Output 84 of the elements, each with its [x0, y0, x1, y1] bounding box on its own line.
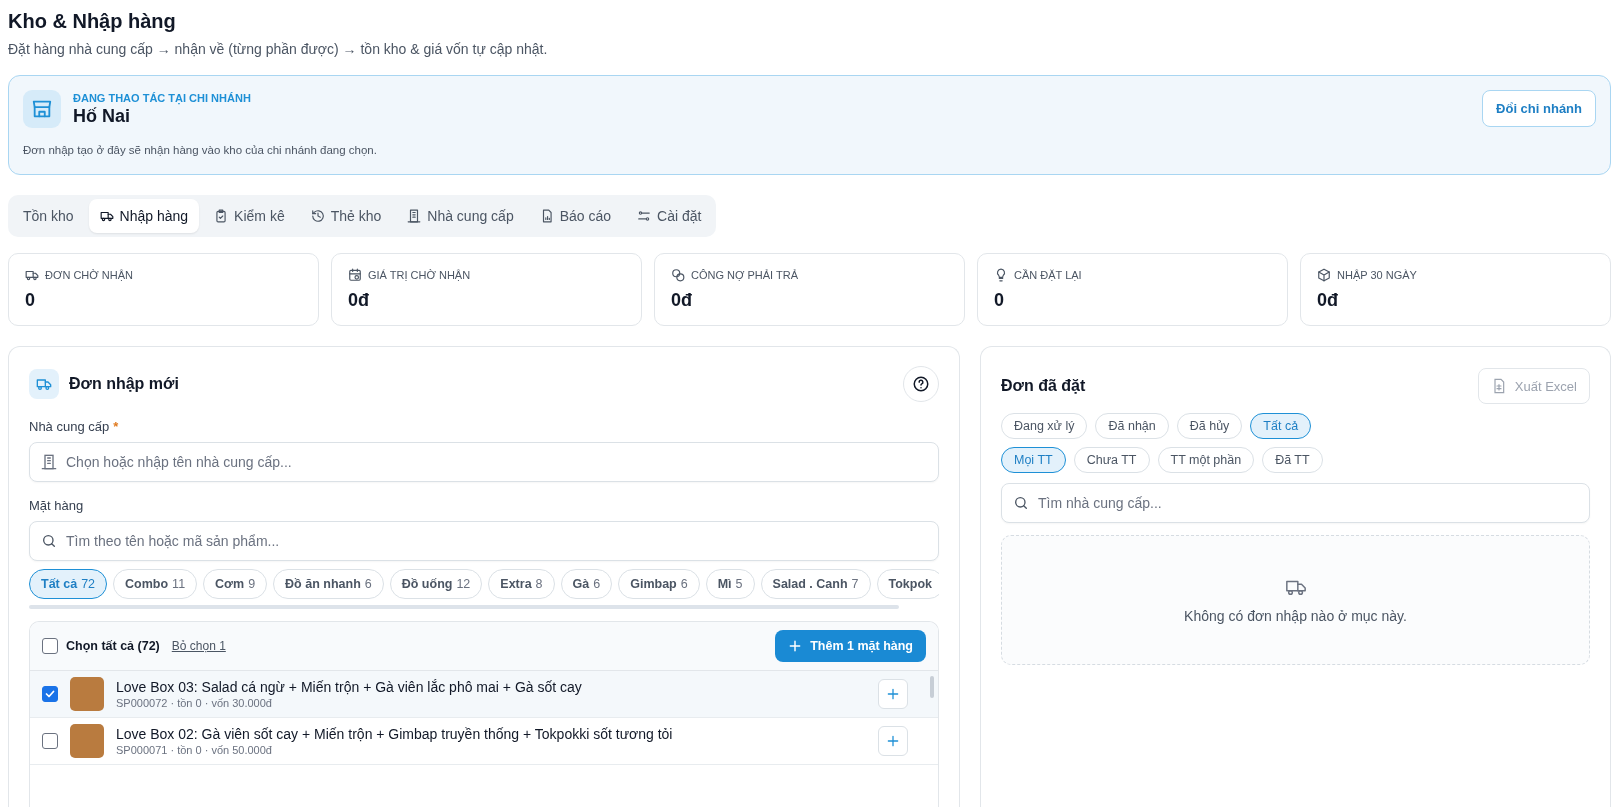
required-mark: * — [113, 419, 119, 434]
select-all-label: Chọn tất cả (72) — [66, 639, 160, 653]
category-chip[interactable]: Gimbap 6 — [618, 569, 700, 599]
add-item-button[interactable]: Thêm 1 mặt hàng — [775, 630, 926, 662]
calendar-icon — [348, 268, 362, 282]
category-chip[interactable]: Đồ ăn nhanh 6 — [273, 569, 384, 599]
check-icon — [44, 688, 56, 700]
category-chip[interactable]: Gà 6 — [560, 569, 613, 599]
truck-icon — [99, 209, 114, 223]
panel-title: Đơn đã đặt — [1001, 377, 1087, 395]
clipboard-icon — [214, 209, 229, 223]
product-search-field[interactable]: Tìm theo tên hoặc mã sản phẩm... — [29, 521, 939, 561]
product-row[interactable]: Love Box 03: Salad cá ngừ + Miến trộn + Gà viên lắc phô mai + Gà sốt cay SP000072 · tồn 0 · vốn 30.000đ — [30, 671, 938, 718]
stat-label: ĐƠN CHỜ NHẬN — [45, 269, 133, 281]
payment-filter[interactable]: Đã TT — [1262, 447, 1323, 473]
field-label: Mặt hàng — [29, 498, 84, 513]
stat-value: 0đ — [1317, 290, 1338, 311]
change-branch-button[interactable]: Đổi chi nhánh — [1482, 90, 1596, 127]
truck-icon — [25, 268, 39, 282]
category-chip[interactable]: Extra 8 — [488, 569, 555, 599]
building-icon — [407, 209, 422, 223]
add-button[interactable] — [878, 679, 908, 709]
store-icon — [23, 90, 61, 128]
truck-icon — [29, 369, 59, 399]
tab[interactable]: Báo cáo — [528, 199, 623, 233]
tab[interactable]: Cài đặt — [626, 199, 713, 233]
photo-placeholder — [70, 677, 104, 711]
supplier-search-field[interactable]: Tìm nhà cung cấp... — [1001, 483, 1590, 523]
branch-label: ĐANG THAO TÁC TẠI CHI NHÁNH — [73, 92, 251, 104]
status-filter[interactable]: Đã hủy — [1176, 413, 1243, 439]
status-filter[interactable]: Đã nhận — [1095, 413, 1169, 439]
field-label: Nhà cung cấp — [29, 419, 110, 434]
history-icon — [310, 209, 325, 223]
stat-value: 0 — [994, 290, 1004, 311]
checkbox[interactable] — [42, 638, 58, 654]
stat-label: GIÁ TRỊ CHỜ NHẬN — [368, 269, 471, 281]
page-title: Kho & Nhập hàng — [8, 10, 176, 33]
branch-name: Hố Nai — [73, 106, 130, 127]
status-filter[interactable]: Đang xử lý — [1001, 413, 1088, 439]
product-meta: SP000072 · tồn 0 · vốn 30.000đ — [116, 697, 272, 709]
stat-label: NHẬP 30 NGÀY — [1337, 269, 1417, 281]
coins-icon — [671, 268, 685, 282]
product-row[interactable]: Love Box 02: Gà viên sốt cay + Miến trộn + Gimbap truyền thống + Tokpokki sốt tương tỏi SP000071 · tồn 0 · vốn 50.000đ — [30, 718, 938, 765]
tab[interactable]: Thẻ kho — [299, 199, 393, 233]
tab[interactable]: Nhà cung cấp — [396, 199, 525, 233]
help-icon[interactable] — [903, 366, 939, 402]
stat-value: 0 — [25, 290, 35, 311]
panel-title: Đơn nhập mới — [69, 375, 180, 393]
payment-filter[interactable]: Chưa TT — [1073, 447, 1150, 473]
product-name: Love Box 02: Gà viên sốt cay + Miến trộn + Gimbap truyền thống + Tokpokki sốt tương tỏi — [116, 726, 673, 742]
plus-icon — [886, 734, 900, 748]
box-icon — [1317, 268, 1331, 282]
checkbox[interactable] — [42, 686, 58, 702]
branch-note: Đơn nhập tạo ở đây sẽ nhận hàng vào kho của chi nhánh đang chọn. — [23, 144, 377, 156]
photo-placeholder — [70, 724, 104, 758]
category-chip[interactable]: Mì 5 — [705, 569, 755, 599]
tab[interactable]: Tồn kho — [12, 199, 85, 233]
category-chip[interactable]: Cơm 9 — [203, 569, 268, 599]
payment-filter[interactable]: Mọi TT — [1001, 447, 1066, 473]
bulb-icon — [994, 268, 1008, 282]
category-chip[interactable]: Tất cả 72 — [29, 569, 108, 599]
product-meta: SP000071 · tồn 0 · vốn 50.000đ — [116, 744, 272, 756]
checkbox[interactable] — [42, 733, 58, 749]
tab[interactable]: Kiểm kê — [203, 199, 296, 233]
stat-label: CẦN ĐẶT LẠI — [1014, 269, 1082, 281]
product-name: Love Box 03: Salad cá ngừ + Miến trộn + Gà viên lắc phô mai + Gà sốt cay — [116, 679, 582, 695]
tab[interactable]: Nhập hàng — [88, 199, 200, 233]
deselect-link[interactable]: Bỏ chọn 1 — [171, 639, 226, 653]
sliders-icon — [637, 209, 652, 223]
stat-label: CÔNG NỢ PHẢI TRẢ — [691, 269, 799, 281]
status-filter[interactable]: Tất cả — [1250, 413, 1312, 439]
page-subtitle: Đặt hàng nhà cung cấp → nhận về (từng phần được) → tồn kho & giá vốn tự cập nhật. — [8, 41, 548, 57]
empty-message: Không có đơn nhập nào ở mục này. — [1184, 608, 1407, 624]
category-chip[interactable]: Đồ uống 12 — [389, 569, 483, 599]
category-chip[interactable]: Combo 11 — [113, 569, 198, 599]
plus-icon — [886, 687, 900, 701]
add-button[interactable] — [878, 726, 908, 756]
stat-value: 0đ — [348, 290, 369, 311]
plus-icon — [788, 639, 803, 653]
supplier-field[interactable]: Chọn hoặc nhập tên nhà cung cấp... — [29, 442, 939, 482]
stat-value: 0đ — [671, 290, 692, 311]
category-chip[interactable]: Tokpok — [876, 569, 939, 599]
payment-filter[interactable]: TT một phần — [1157, 447, 1255, 473]
category-chip[interactable]: Salad . Canh 7 — [760, 569, 871, 599]
